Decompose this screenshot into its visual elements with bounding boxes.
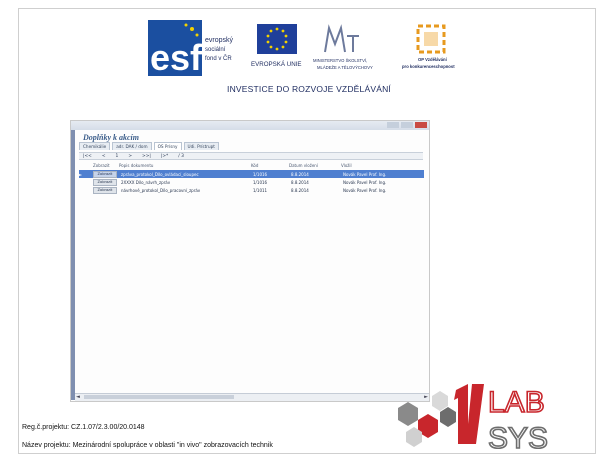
row-desc: návrhové_protokol_Dílo_pracovní_zpráv [121,187,201,193]
view-button[interactable]: Zobrazit [93,170,117,178]
documents-table: Zobrazit Popis dokumentu Kód Datum vlože… [79,161,424,194]
horizontal-scrollbar[interactable]: ◄ ► [75,393,429,401]
embedded-screenshot: Doplňky k akcím Chemikálie adr. DAK / do… [70,120,430,402]
tab-chemikalie[interactable]: Chemikálie [79,142,111,150]
tagline: INVESTICE DO ROZVOJE VZDĚLÁVÁNÍ [227,84,391,94]
svg-text:esf: esf [150,37,203,76]
row-code: 1/1011 [253,187,268,193]
op-line-2: pro konkurenceschopnost [402,64,455,69]
next-record-button[interactable]: > [128,154,132,159]
window-titlebar [71,121,429,130]
scroll-thumb[interactable] [84,395,234,399]
left-rail [71,130,75,400]
table-row[interactable]: Zobrazit návrhové_protokol_Dílo_pracovní… [79,186,424,194]
lab-sys-logo: LAB SYS [398,384,549,452]
col-zobrazit: Zobrazit [93,163,110,168]
msmt-line-1: MINISTERSTVO ŠKOLSTVÍ, [313,58,367,63]
col-popis: Popis dokumentu [119,163,154,168]
last-record-button[interactable]: >>| [142,154,151,159]
table-header: Zobrazit Popis dokumentu Kód Datum vlože… [79,161,424,170]
tab-os-prisny[interactable]: OS Prísny [153,142,182,150]
row-date: 8.8.2014 [291,179,309,185]
col-datum: Datum vložení [289,163,318,168]
row-user: Novák Pavel Prof. Ing. [343,187,387,193]
table-row[interactable]: ► Zobrazit zpráva_protokol_Dílo_ovládací… [79,170,424,178]
logo-header: esf evropský sociální fond v ČR EVROPSKÁ… [148,20,470,82]
new-record-button[interactable]: |>* [161,154,168,159]
col-kod: Kód [251,163,259,168]
table-row[interactable]: Zobrazit 2XXXX Dílo_návrh_zpráv 1/1016 8… [79,178,424,186]
scroll-left-icon[interactable]: ◄ [76,394,80,400]
prev-record-button[interactable]: < [102,154,106,159]
op-logo: OP Vzdělávání pro konkurenceschopnost [402,24,455,69]
lab-text: LAB [488,386,545,419]
form-title: Doplňky k akcím [83,133,139,142]
col-vlozil: Vložil [341,163,352,168]
record-navigator: |<< < 1 > >>| |>* / 3 [79,152,423,160]
row-user: Novák Pavel Prof. Ing. [343,179,387,185]
row-date: 8.8.2014 [291,187,309,193]
row-user: Novák Pavel Prof. Ing. [343,171,387,177]
tab-pristrupt[interactable]: Udi. Prístrupt [183,142,219,150]
maximize-icon[interactable] [401,122,413,128]
minimize-icon[interactable] [387,122,399,128]
project-registration: Reg.č.projektu: CZ.1.07/2.3.00/20.0148 [22,424,145,431]
row-desc: 2XXXX Dílo_návrh_zpráv [121,179,171,185]
eu-label: EVROPSKÁ UNIE [251,61,302,68]
op-line-1: OP Vzdělávání [418,57,448,62]
form-tabs: Chemikálie adr. DAK / dom OS Prísny Udi.… [79,142,219,150]
msmt-line-2: MLÁDEŽE A TĚLOVÝCHOVY [317,65,373,70]
close-icon[interactable] [415,122,427,128]
esf-logo: esf evropský sociální fond v ČR [148,20,234,76]
record-position[interactable]: 1 [116,154,119,159]
esf-line-1: evropský [205,37,234,44]
tab-adr[interactable]: adr. DAK / dom [112,142,152,150]
view-button[interactable]: Zobrazit [93,186,117,194]
row-selector-icon[interactable]: ► [79,172,93,177]
project-name: Název projektu: Mezinárodní spolupráce v… [22,442,273,449]
first-record-button[interactable]: |<< [83,154,92,159]
row-code: 1/1016 [253,171,268,177]
row-date: 8.8.2014 [291,171,309,177]
row-code: 1/1016 [253,179,268,185]
eu-flag-logo: EVROPSKÁ UNIE [251,24,302,68]
msmt-logo: MINISTERSTVO ŠKOLSTVÍ, MLÁDEŽE A TĚLOVÝC… [313,24,373,70]
esf-line-2: sociální [205,47,226,53]
sys-text: SYS [488,422,548,452]
row-desc: zpráva_protokol_Dílo_ovládací_sloupec [121,171,199,177]
esf-line-3: fond v ČR [205,55,232,62]
view-button[interactable]: Zobrazit [93,178,117,186]
record-count: / 3 [178,153,184,159]
